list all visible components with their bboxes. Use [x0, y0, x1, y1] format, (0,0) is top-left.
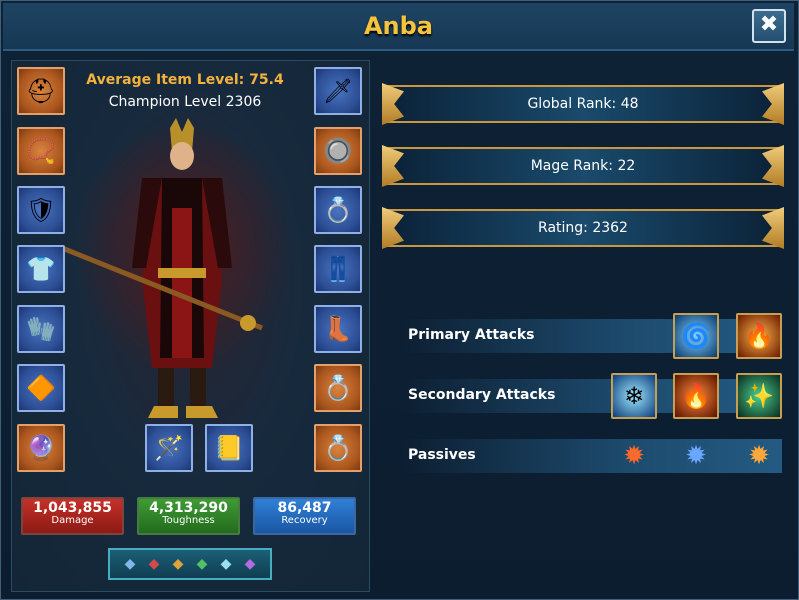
- passive-2[interactable]: ✹: [673, 433, 719, 479]
- ring-slot[interactable]: 💍: [314, 186, 362, 234]
- champion-name: Anba: [363, 12, 434, 40]
- gloves-slot[interactable]: 🧤: [17, 305, 65, 353]
- ornament-icon: [382, 207, 404, 249]
- boots-slot[interactable]: 👢: [314, 305, 362, 353]
- helmet-slot[interactable]: ⛑: [17, 67, 65, 115]
- mage-rank-banner: Mage Rank: 22: [382, 145, 784, 187]
- staff-slot[interactable]: 🪄: [145, 424, 193, 472]
- close-icon: ✖: [759, 12, 779, 37]
- weapon-icon: 🗡: [322, 77, 354, 105]
- arcane-icon: ✨: [744, 382, 774, 410]
- ornament-icon: [762, 207, 784, 249]
- damage-label: Damage: [51, 515, 94, 526]
- secondary-attacks-label: Secondary Attacks: [408, 387, 556, 403]
- ice-orb-icon: 🌀: [681, 322, 711, 350]
- toughness-value: 4,313,290: [149, 500, 228, 516]
- passive-3[interactable]: ✹: [736, 433, 782, 479]
- ice-crystal-icon: ❄: [623, 382, 645, 410]
- lightning-passive-icon: ✹: [685, 441, 707, 471]
- boots-icon: 👢: [323, 315, 353, 343]
- tome-slot[interactable]: 📒: [205, 424, 253, 472]
- gem-icon: ◆: [196, 556, 208, 572]
- ring-slot-3[interactable]: 💍: [314, 424, 362, 472]
- tome-icon: 📒: [214, 434, 244, 462]
- belt-slot[interactable]: 🔶: [17, 364, 65, 412]
- shoulders-slot[interactable]: 🛡: [17, 186, 65, 234]
- gloves-icon: 🧤: [26, 315, 56, 343]
- ring-slot-2[interactable]: 💍: [314, 364, 362, 412]
- toughness-label: Toughness: [162, 515, 215, 526]
- ornament-icon: [762, 145, 784, 187]
- mage-hero-portrait: [62, 118, 292, 418]
- passive-1[interactable]: ✹: [611, 433, 657, 479]
- secondary-attack-2[interactable]: 🔥: [673, 373, 719, 419]
- amulet-slot[interactable]: 📿: [17, 127, 65, 175]
- gem-sockets-bar[interactable]: ◆ ◆ ◆ ◆ ◆ ◆: [108, 548, 272, 580]
- ring-icon: 💍: [323, 196, 353, 224]
- fireball-icon: 🔥: [744, 322, 774, 350]
- average-item-level: Average Item Level: 75.4: [86, 72, 284, 88]
- secondary-attack-3[interactable]: ✨: [736, 373, 782, 419]
- recovery-label: Recovery: [281, 515, 328, 526]
- rating-banner: Rating: 2362: [382, 207, 784, 249]
- charm-slot[interactable]: 🔮: [17, 424, 65, 472]
- recovery-value: 86,487: [277, 500, 332, 516]
- ornament-icon: [382, 145, 404, 187]
- gem-charm-icon: 🔮: [26, 434, 56, 462]
- primary-attack-1[interactable]: 🌀: [673, 313, 719, 359]
- secondary-attack-1[interactable]: ❄: [611, 373, 657, 419]
- shoulders-icon: 🛡: [25, 196, 57, 224]
- gem-icon: ◆: [220, 556, 232, 572]
- close-button[interactable]: ✖: [752, 9, 786, 43]
- chest-armor-icon: 👕: [26, 255, 56, 283]
- mage-rank: Mage Rank: 22: [530, 158, 636, 174]
- gold-ring-icon: 💍: [323, 374, 353, 402]
- helmet-icon: ⛑: [25, 77, 57, 105]
- fire-burst-icon: 🔥: [681, 382, 711, 410]
- staff-icon: 🪄: [154, 434, 184, 462]
- pants-icon: 👖: [323, 255, 353, 283]
- weapon-slot[interactable]: 🗡: [314, 67, 362, 115]
- belt-icon: 🔶: [26, 374, 56, 402]
- primary-attack-2[interactable]: 🔥: [736, 313, 782, 359]
- global-rank-banner: Global Rank: 48: [382, 83, 784, 125]
- gem-icon: ◆: [172, 556, 184, 572]
- title-bar: Anba: [3, 3, 794, 51]
- gem-icon: ◆: [124, 556, 136, 572]
- chest-slot[interactable]: 👕: [17, 245, 65, 293]
- ornament-icon: [382, 83, 404, 125]
- toughness-stat: 4,313,290 Toughness: [137, 497, 240, 535]
- ornament-icon: [762, 83, 784, 125]
- amulet-icon: 📿: [26, 137, 56, 165]
- bracer-icon: 🔘: [323, 137, 353, 165]
- champion-level: Champion Level 2306: [108, 94, 262, 110]
- passives-label: Passives: [408, 447, 476, 463]
- gem-icon: ◆: [244, 556, 256, 572]
- primary-attacks-label: Primary Attacks: [408, 327, 535, 343]
- pants-slot[interactable]: 👖: [314, 245, 362, 293]
- gold-ring-icon: 💍: [323, 434, 353, 462]
- recovery-stat: 86,487 Recovery: [253, 497, 356, 535]
- flame-passive-icon: ✹: [748, 441, 770, 471]
- gem-icon: ◆: [148, 556, 160, 572]
- fire-passive-icon: ✹: [623, 441, 645, 471]
- rating: Rating: 2362: [538, 220, 628, 236]
- damage-stat: 1,043,855 Damage: [21, 497, 124, 535]
- bracer-slot[interactable]: 🔘: [314, 127, 362, 175]
- damage-value: 1,043,855: [33, 500, 112, 516]
- global-rank: Global Rank: 48: [527, 96, 639, 112]
